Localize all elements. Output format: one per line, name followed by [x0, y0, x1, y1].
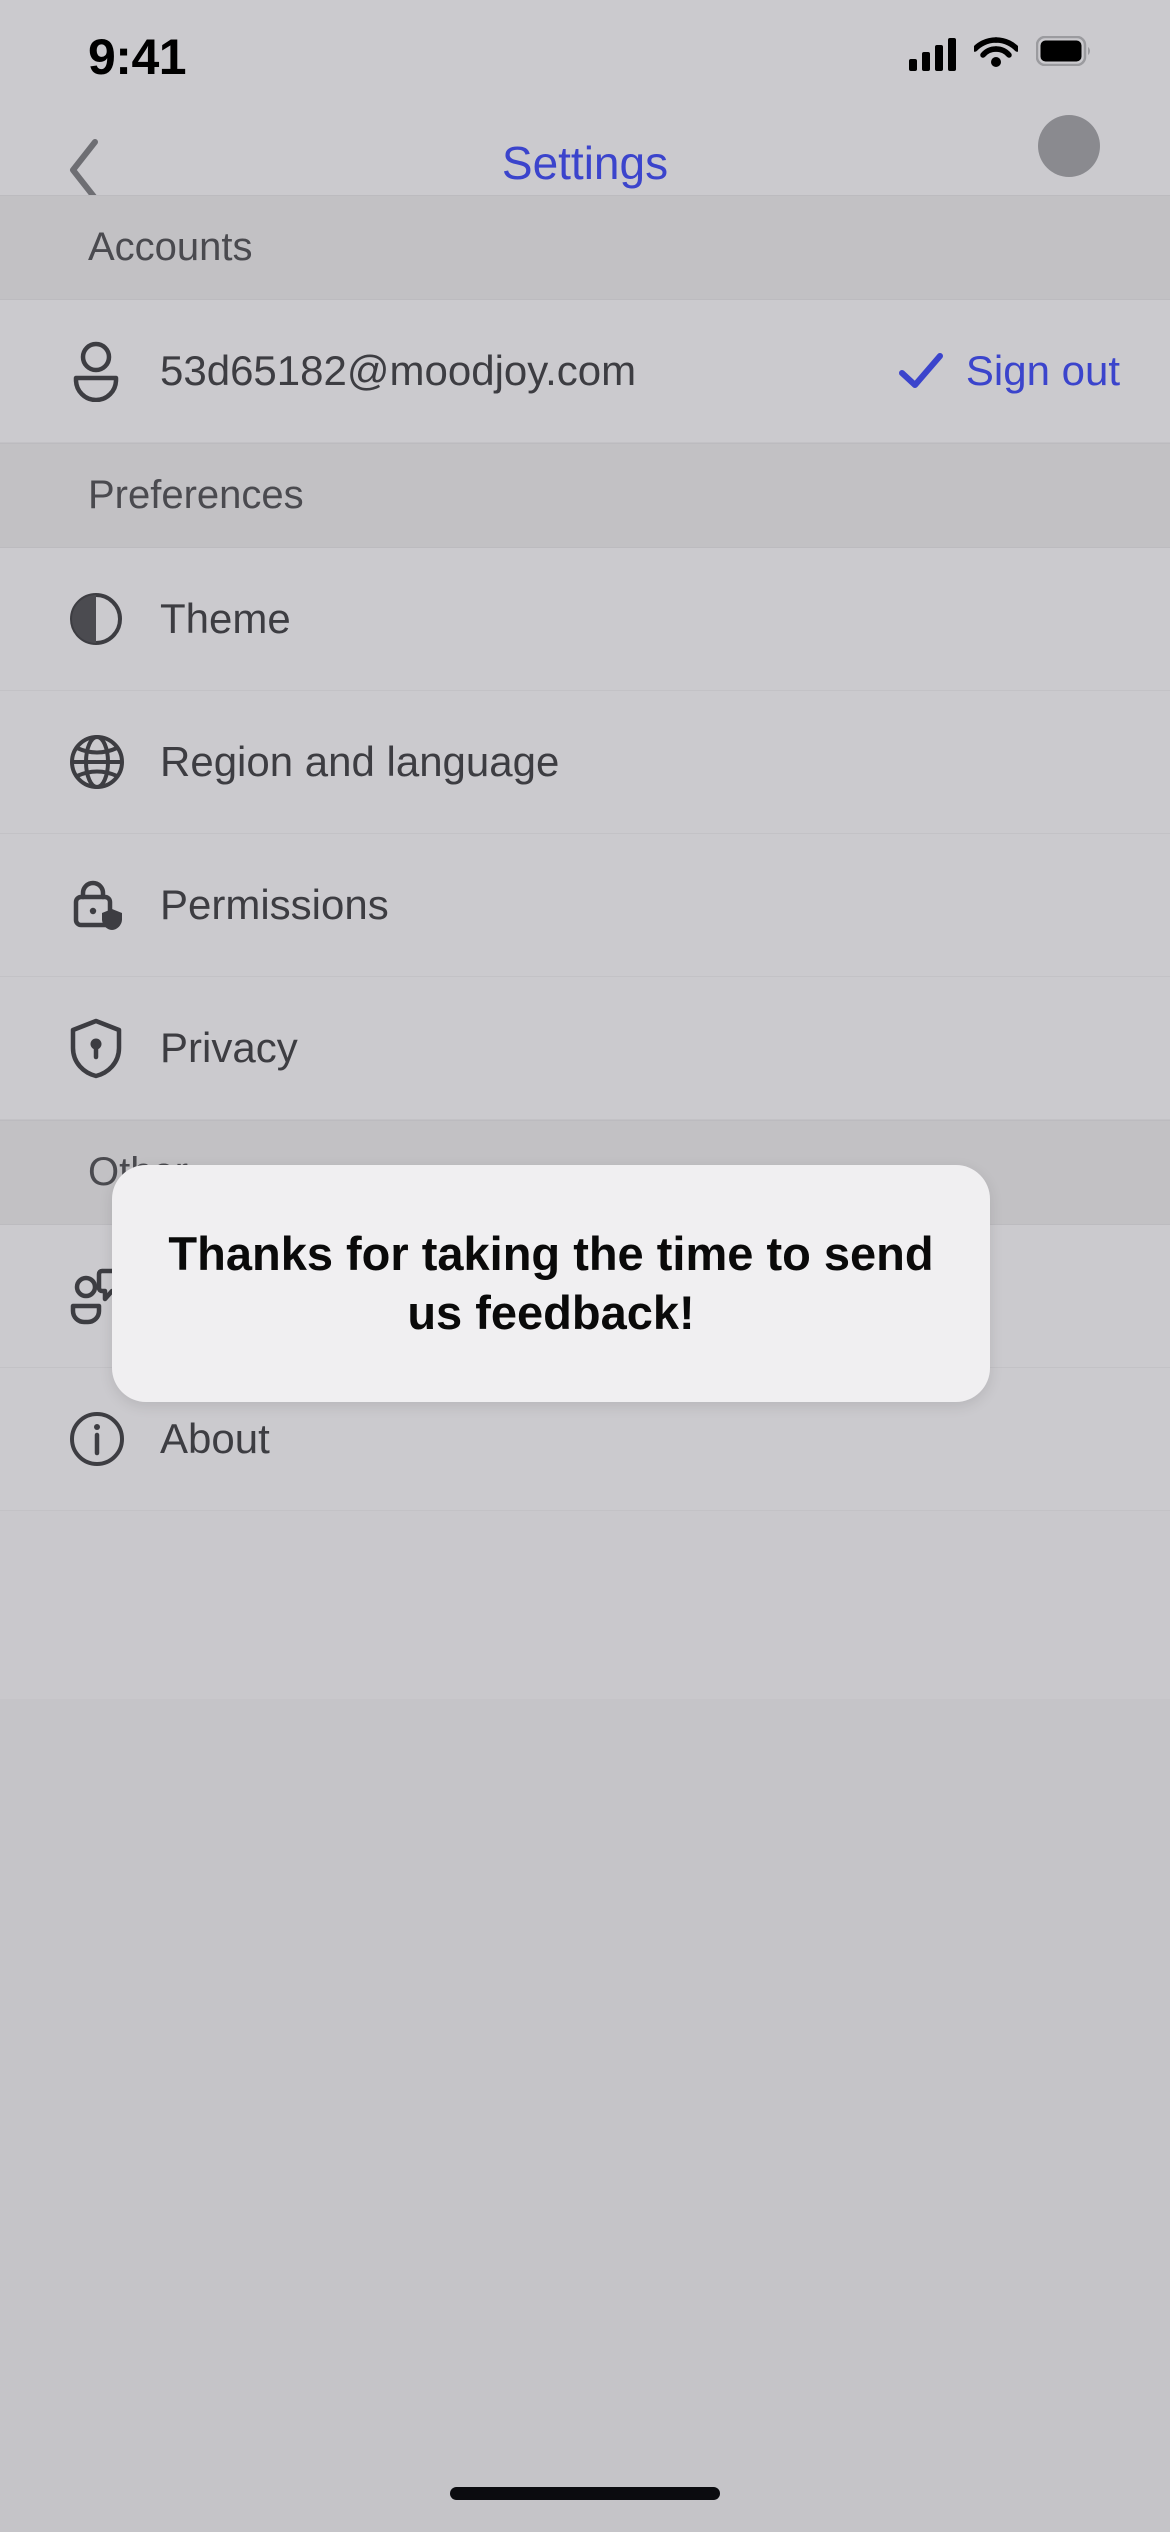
section-header-accounts: Accounts	[0, 195, 1170, 300]
list-item-theme[interactable]: Theme	[0, 548, 1170, 691]
list-item-region-and-language[interactable]: Region and language	[0, 691, 1170, 834]
home-indicator[interactable]	[450, 2487, 720, 2500]
list-item-account[interactable]: 53d65182@moodjoy.com Sign out	[0, 300, 1170, 443]
contrast-icon	[68, 591, 160, 647]
toast-message: Thanks for taking the time to send us fe…	[168, 1226, 934, 1339]
navigation-bar: Settings	[0, 115, 1170, 201]
globe-icon	[68, 733, 160, 791]
status-bar-time: 9:41	[88, 29, 187, 85]
sign-out-button[interactable]: Sign out	[898, 347, 1120, 395]
avatar[interactable]	[1038, 115, 1100, 177]
account-email: 53d65182@moodjoy.com	[160, 347, 637, 394]
shield-keyhole-icon	[68, 1017, 160, 1079]
phone-screen: 9:41 Settings Accounts 53d65182@moodjoy.…	[0, 0, 1170, 2532]
battery-icon	[1035, 35, 1092, 71]
feedback-toast: Thanks for taking the time to send us fe…	[112, 1165, 990, 1402]
list-item-label: Permissions	[160, 881, 389, 928]
list-item-label: About	[160, 1415, 270, 1462]
list-item-label: Privacy	[160, 1024, 298, 1071]
checkmark-icon	[898, 353, 943, 388]
status-bar: 9:41	[0, 0, 1170, 130]
sign-out-label: Sign out	[965, 347, 1120, 394]
cellular-signal-icon	[909, 37, 956, 71]
section-header-preferences: Preferences	[0, 443, 1170, 548]
empty-area	[0, 1699, 1170, 2532]
wifi-icon	[972, 34, 1020, 73]
info-circle-icon	[68, 1410, 160, 1468]
list-item-label: Region and language	[160, 738, 560, 785]
lock-shield-icon	[68, 875, 160, 935]
page-title: Settings	[501, 136, 669, 189]
list-item-privacy[interactable]: Privacy	[0, 977, 1170, 1120]
list-item-permissions[interactable]: Permissions	[0, 834, 1170, 977]
status-bar-icons	[909, 34, 1092, 73]
person-icon	[68, 340, 160, 402]
list-item-label: Theme	[160, 595, 291, 642]
